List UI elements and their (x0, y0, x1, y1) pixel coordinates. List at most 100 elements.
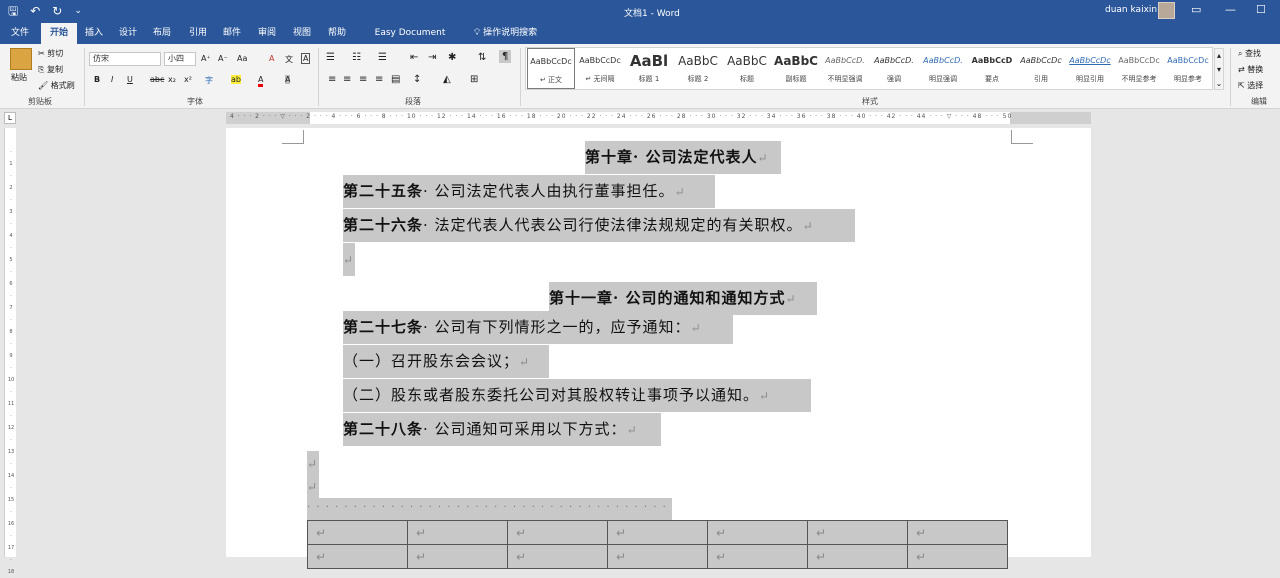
style-subtle-reference[interactable]: AaBbCcDc 不明显参考 (1115, 48, 1163, 89)
minimize-icon[interactable]: — (1225, 3, 1236, 16)
document-page[interactable]: 第十章· 公司法定代表人↵ 第二十五条· 公司法定代表人由执行董事担任。↵ 第二… (226, 128, 1091, 569)
change-case-icon[interactable]: Aa (237, 54, 247, 63)
paste-icon[interactable] (10, 48, 32, 70)
grow-font-icon[interactable]: A⁺ (201, 54, 211, 63)
show-marks-icon[interactable]: ¶ (499, 50, 512, 63)
empty-paragraph[interactable]: ↵ (343, 243, 355, 276)
dotted-leader-line[interactable]: · · · · · · · · · · · · · · · · · · · · … (307, 498, 672, 520)
article-paragraph[interactable]: 第二十五条· 公司法定代表人由执行董事担任。↵ (343, 175, 715, 208)
avatar[interactable] (1158, 2, 1175, 19)
italic-button[interactable]: I (111, 75, 113, 84)
article-paragraph[interactable]: 第二十八条· 公司通知可采用以下方式：↵ (343, 413, 661, 446)
style-emphasis[interactable]: AaBbCcD. 强调 (870, 48, 918, 89)
style-intense-quote[interactable]: AaBbCcDc 明显引用 (1066, 48, 1114, 89)
style-heading-2[interactable]: AaBbC 标题 2 (674, 48, 722, 89)
style-normal[interactable]: AaBbCcDc ↵ 正文 (527, 48, 575, 89)
style-no-spacing[interactable]: AaBbCcDc ↵ 无间隔 (576, 48, 624, 89)
char-border-icon[interactable]: A (301, 53, 311, 64)
tab-design[interactable]: 设计 (114, 23, 142, 44)
style-strong[interactable]: AaBbCcD 要点 (968, 48, 1016, 89)
text-effects-icon[interactable]: 字 (205, 75, 213, 86)
line-spacing-icon[interactable]: ↕ (413, 74, 421, 85)
article-paragraph[interactable]: 第二十七条· 公司有下列情形之一的，应予通知：↵ (343, 311, 733, 344)
customize-qat-icon[interactable]: ⌄ (74, 3, 82, 19)
undo-icon[interactable]: ↶ (30, 3, 40, 19)
select-button[interactable]: ⇱ 选择 (1238, 80, 1263, 91)
tab-references[interactable]: 引用 (184, 23, 212, 44)
maximize-icon[interactable]: ☐ (1256, 3, 1266, 16)
table-cell[interactable]: ↵ (507, 520, 608, 545)
numbering-icon[interactable]: ☷ (352, 52, 361, 63)
font-size-combo[interactable]: 小四 (164, 52, 196, 66)
list-item[interactable]: （一）召开股东会会议；↵ (343, 345, 549, 378)
table-cell[interactable]: ↵ (407, 520, 508, 545)
empty-paragraph[interactable]: ↵ (307, 451, 319, 475)
justify-icon[interactable]: ≡ (375, 74, 383, 85)
tab-home[interactable]: 开始 (41, 23, 77, 44)
shading-icon[interactable]: ◭ (443, 74, 451, 85)
borders-icon[interactable]: ⊞ (470, 74, 478, 85)
format-painter-button[interactable]: 🖌︎ 格式刷 (38, 80, 75, 91)
chapter-heading[interactable]: 第十章· 公司法定代表人↵ (585, 141, 781, 174)
subscript-button[interactable]: x₂ (168, 75, 176, 84)
font-name-combo[interactable]: 仿宋 (89, 52, 161, 66)
increase-indent-icon[interactable]: ⇥ (428, 52, 436, 63)
replace-button[interactable]: ⇄ 替换 (1238, 64, 1263, 75)
phonetic-guide-icon[interactable]: 文 (285, 54, 293, 65)
clear-format-icon[interactable]: A (269, 54, 274, 63)
tell-me-search[interactable]: 💡︎ 操作说明搜索 (474, 23, 554, 44)
align-center-icon[interactable]: ≡ (343, 74, 351, 85)
tab-insert[interactable]: 插入 (80, 23, 108, 44)
vertical-ruler[interactable]: · 1 · 2 · 3 · 4 · 5 · 6 · 7 · 8 · 9 · 10 · 11 · 12 · 13 · 14 · 15 · 16 ·… (4, 128, 16, 575)
style-subtitle[interactable]: AaBbC 副标题 (772, 48, 820, 89)
style-heading-1[interactable]: AaBl 标题 1 (625, 48, 673, 89)
article-paragraph[interactable]: 第二十六条· 法定代表人代表公司行使法律法规规定的有关职权。↵ (343, 209, 855, 242)
char-shading-icon[interactable]: A (285, 75, 291, 84)
style-subtle-emphasis[interactable]: AaBbCcD. 不明显强调 (821, 48, 869, 89)
cut-button[interactable]: ✂ 剪切 (38, 48, 63, 59)
table-cell[interactable]: ↵ (707, 520, 808, 545)
tab-selector[interactable]: L (4, 112, 16, 124)
multilevel-list-icon[interactable]: ☰ (378, 52, 387, 63)
redo-icon[interactable]: ↻ (52, 3, 62, 19)
paste-button[interactable]: 粘贴 (11, 72, 27, 83)
table-cell[interactable]: ↵ (307, 520, 408, 545)
distributed-icon[interactable]: ▤ (391, 74, 400, 85)
style-intense-emphasis[interactable]: AaBbCcD. 明显强调 (919, 48, 967, 89)
tab-view[interactable]: 视图 (288, 23, 316, 44)
ribbon-display-icon[interactable]: ▭ (1191, 3, 1201, 16)
chinese-layout-icon[interactable]: ✱ (448, 52, 456, 63)
tab-layout[interactable]: 布局 (148, 23, 176, 44)
list-item[interactable]: （二）股东或者股东委托公司对其股权转让事项予以通知。↵ (343, 379, 811, 412)
horizontal-ruler[interactable]: 4 · · · 2 · · · ▽ · · · 2 · · · 4 · · · … (226, 112, 1091, 124)
align-right-icon[interactable]: ≡ (359, 74, 367, 85)
tab-file[interactable]: 文件 (6, 23, 34, 44)
underline-button[interactable]: U (127, 75, 133, 84)
tab-review[interactable]: 审阅 (253, 23, 281, 44)
copy-button[interactable]: ⎘ 复制 (38, 64, 63, 75)
empty-paragraph[interactable]: ↵ (307, 475, 319, 498)
user-name[interactable]: duan kaixin (1105, 5, 1157, 15)
tab-help[interactable]: 帮助 (323, 23, 351, 44)
shrink-font-icon[interactable]: A⁻ (218, 54, 228, 63)
align-left-icon[interactable]: ≡ (328, 74, 336, 85)
styles-scroll-icon[interactable]: ▴ ▾ ⌄ (1214, 48, 1224, 90)
table-cell[interactable]: ↵ (907, 520, 1008, 545)
find-button[interactable]: ⌕ 查找 (1238, 48, 1261, 59)
decrease-indent-icon[interactable]: ⇤ (410, 52, 418, 63)
save-icon[interactable]: 🖫 (8, 3, 18, 19)
vertical-scrollbar[interactable] (1268, 128, 1280, 557)
highlight-color-icon[interactable]: ab (231, 75, 241, 84)
font-color-icon[interactable]: A (258, 75, 264, 87)
tab-mailings[interactable]: 邮件 (218, 23, 246, 44)
superscript-button[interactable]: x² (184, 75, 192, 84)
document-table[interactable]: ↵ ↵ ↵ ↵ ↵ ↵ ↵ ↵ ↵ ↵ ↵ ↵ ↵ ↵ (307, 520, 1008, 569)
tab-easy-document-creator[interactable]: Easy Document Creator (358, 23, 462, 59)
style-quote[interactable]: AaBbCcDc 引用 (1017, 48, 1065, 89)
bold-button[interactable]: B (94, 75, 100, 84)
table-cell[interactable]: ↵ (607, 520, 708, 545)
style-intense-reference[interactable]: AaBbCcDc 明显参考 (1164, 48, 1212, 89)
table-cell[interactable]: ↵ (807, 520, 908, 545)
sort-icon[interactable]: ⇅ (478, 52, 486, 63)
style-title[interactable]: AaBbC 标题 (723, 48, 771, 89)
